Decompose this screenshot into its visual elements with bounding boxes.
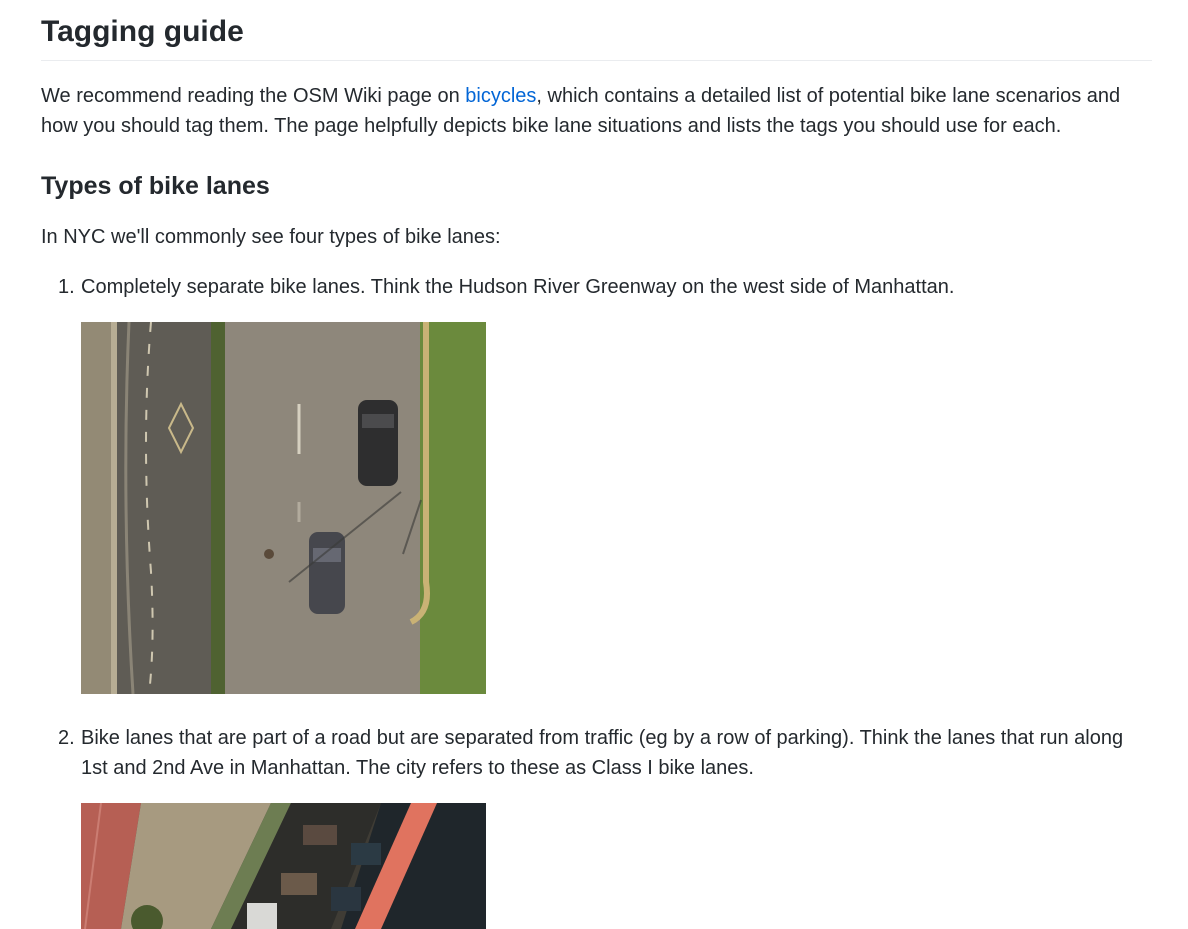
- page: Tagging guide We recommend reading the O…: [0, 0, 1188, 929]
- list-item-text: Bike lanes that are part of a road but a…: [81, 727, 1124, 779]
- aerial-photo-protected-bike-lane: [81, 803, 486, 929]
- bicycles-link[interactable]: bicycles: [465, 85, 536, 107]
- section-heading: Types of bike lanes: [41, 172, 270, 200]
- list-item-number: 2.: [58, 727, 75, 749]
- list-item-number: 1.: [58, 276, 75, 298]
- intro-text-before: We recommend reading the OSM Wiki page o…: [41, 85, 466, 107]
- page-title: Tagging guide: [41, 12, 1152, 61]
- intro-paragraph: We recommend reading the OSM Wiki page o…: [41, 81, 1151, 141]
- aerial-photo-separate-bike-lane: [81, 322, 486, 694]
- lead-paragraph: In NYC we'll commonly see four types of …: [41, 226, 501, 248]
- list-item-text: Completely separate bike lanes. Think th…: [81, 276, 955, 298]
